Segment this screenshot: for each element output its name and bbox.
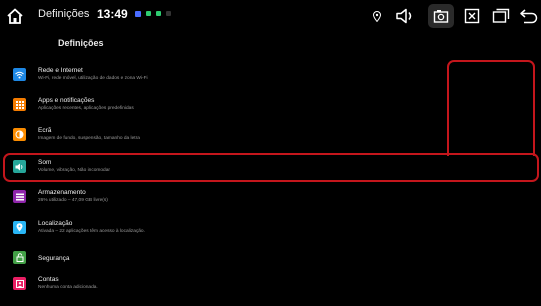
notification-icon bbox=[146, 11, 151, 16]
setting-item-location[interactable]: Localização Ativada – 22 aplicações têm … bbox=[5, 216, 540, 242]
apps-icon bbox=[13, 98, 26, 111]
storage-icon bbox=[13, 190, 26, 203]
home-icon[interactable] bbox=[6, 7, 24, 25]
notification-icon bbox=[135, 11, 141, 17]
setting-label: Armazenamento bbox=[38, 189, 86, 196]
setting-summary: Ativada – 22 aplicações têm acesso à loc… bbox=[38, 229, 145, 234]
volume-icon[interactable] bbox=[394, 6, 416, 26]
setting-label: Segurança bbox=[38, 255, 70, 262]
setting-label: Contas bbox=[38, 276, 59, 283]
highlight-annotation-box bbox=[447, 60, 535, 156]
highlight-annotation-row bbox=[3, 153, 539, 182]
status-time: 13:49 bbox=[97, 7, 128, 21]
setting-summary: Imagem de fundo, suspensão, tamanho da l… bbox=[38, 136, 140, 141]
recent-apps-icon[interactable] bbox=[490, 6, 512, 26]
setting-summary: Wi-Fi, rede móvel, utilização de dados e… bbox=[38, 76, 148, 81]
page-title: Definições bbox=[58, 38, 104, 48]
setting-summary: Aplicações recentes, aplicações predefin… bbox=[38, 106, 134, 111]
setting-item-security[interactable]: Segurança bbox=[5, 246, 540, 272]
status-title: Definições bbox=[38, 8, 90, 20]
setting-item-accounts[interactable]: Contas Nenhuma conta adicionada. bbox=[5, 272, 540, 298]
close-window-icon[interactable] bbox=[462, 6, 482, 26]
account-icon bbox=[13, 277, 26, 290]
location-status-icon bbox=[372, 6, 382, 26]
setting-label: Apps e notificações bbox=[38, 97, 95, 104]
wifi-icon bbox=[13, 68, 26, 81]
notification-icons bbox=[135, 11, 171, 17]
setting-item-storage[interactable]: Armazenamento 26% utilizado – 47,09 GB l… bbox=[5, 185, 540, 211]
status-bar: Definições 13:49 bbox=[0, 0, 541, 30]
setting-summary: 26% utilizado – 47,09 GB livre(s) bbox=[38, 198, 108, 203]
setting-label: Localização bbox=[38, 220, 73, 227]
lock-icon bbox=[13, 251, 26, 264]
screenshot-icon[interactable] bbox=[428, 4, 454, 28]
setting-summary: Nenhuma conta adicionada. bbox=[38, 285, 98, 290]
display-icon bbox=[13, 128, 26, 141]
location-icon bbox=[13, 221, 26, 234]
back-icon[interactable] bbox=[518, 6, 540, 26]
notification-icon bbox=[166, 11, 171, 16]
setting-label: Rede e Internet bbox=[38, 67, 83, 74]
notification-icon bbox=[156, 11, 161, 16]
setting-label: Ecrã bbox=[38, 127, 52, 134]
